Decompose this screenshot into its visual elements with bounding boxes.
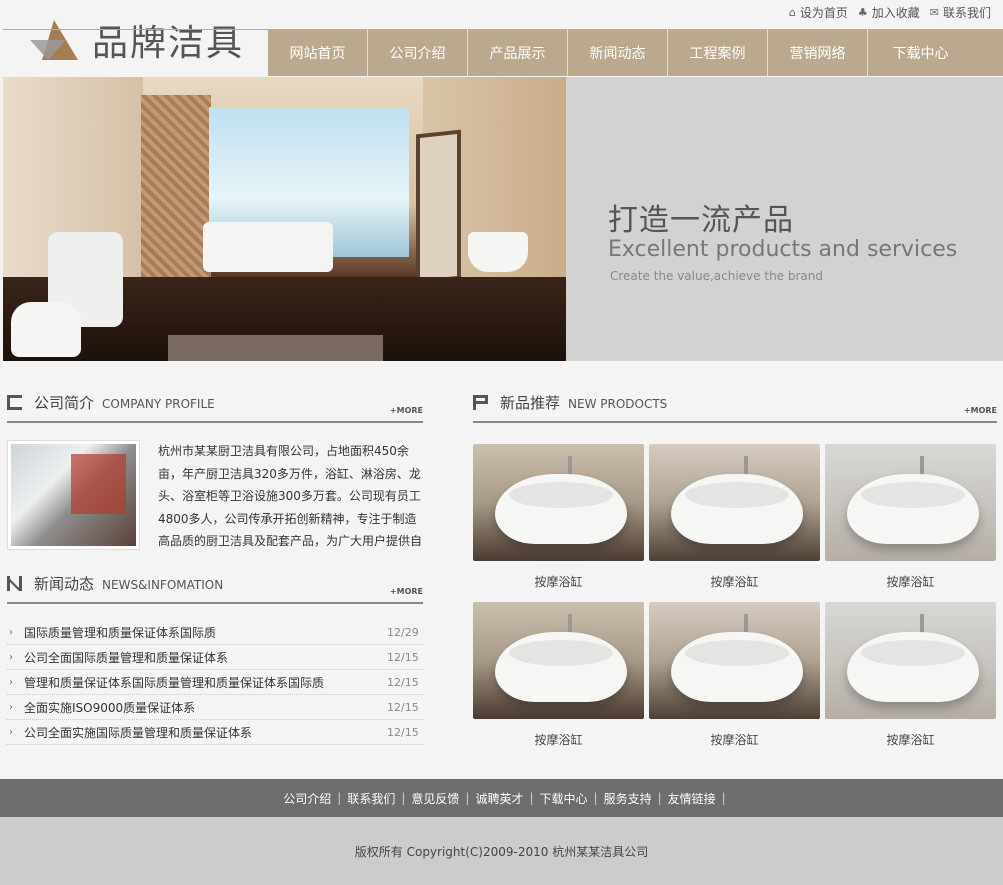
profile-section-icon	[7, 393, 26, 412]
news-item[interactable]: › 公司全面实施国际质量管理和质量保证体系 12/15	[7, 720, 423, 745]
footer-link-friends[interactable]: 友情链接	[662, 790, 722, 807]
product-card[interactable]: 按摩浴缸	[649, 602, 820, 751]
products-section-icon	[473, 393, 492, 412]
chevron-right-icon: ›	[9, 701, 13, 713]
nav-marketing[interactable]: 营销网络	[768, 29, 868, 76]
product-image	[825, 444, 996, 561]
main-nav: 网站首页 公司介绍 产品展示 新闻动态 工程案例 营销网络 下载中心	[268, 29, 1003, 76]
products-section-title: 新品推荐 NEW PRODOCTS +MORE	[473, 393, 997, 423]
footer-link-contact[interactable]: 联系我们	[341, 790, 401, 807]
brand-logo[interactable]: 品牌洁具	[30, 14, 244, 66]
product-image	[825, 602, 996, 719]
bookmark-icon: ♣	[857, 6, 868, 19]
nav-download[interactable]: 下载中心	[868, 29, 973, 76]
nav-projects[interactable]: 工程案例	[668, 29, 768, 76]
nav-products[interactable]: 产品展示	[468, 29, 568, 76]
footer-link-about[interactable]: 公司介绍	[277, 790, 337, 807]
news-item[interactable]: › 管理和质量保证体系国际质量管理和质量保证体系国际质 12/15	[7, 670, 423, 695]
nav-news[interactable]: 新闻动态	[568, 29, 668, 76]
contact-us-link[interactable]: ✉ 联系我们	[930, 4, 991, 21]
product-card[interactable]: 按摩浴缸	[825, 444, 996, 593]
banner-subtitle: Create the value,achieve the brand	[610, 269, 823, 283]
profile-section-title: 公司简介 COMPANY PROFILE +MORE	[7, 393, 423, 423]
product-card[interactable]: 按摩浴缸	[649, 444, 820, 593]
copyright: 版权所有 Copyright(C)2009-2010 杭州某某洁具公司	[0, 817, 1003, 885]
chevron-right-icon: ›	[9, 626, 13, 638]
nav-home[interactable]: 网站首页	[268, 29, 368, 76]
product-card[interactable]: 按摩浴缸	[473, 444, 644, 593]
chevron-right-icon: ›	[9, 676, 13, 688]
triangle-logo-icon	[30, 20, 78, 60]
footer-link-jobs[interactable]: 诚聘英才	[469, 790, 529, 807]
home-icon: ⌂	[788, 6, 796, 19]
banner-title-en: Excellent products and services	[608, 237, 958, 262]
footer-link-feedback[interactable]: 意见反馈	[405, 790, 465, 807]
footer-link-support[interactable]: 服务支持	[598, 790, 658, 807]
news-list: › 国际质量管理和质量保证体系国际质 12/29 › 公司全面国际质量管理和质量…	[7, 620, 423, 745]
news-item[interactable]: › 公司全面国际质量管理和质量保证体系 12/15	[7, 645, 423, 670]
product-card[interactable]: 按摩浴缸	[473, 602, 644, 751]
chevron-right-icon: ›	[9, 651, 13, 663]
bathroom-photo	[3, 77, 566, 361]
news-item[interactable]: › 国际质量管理和质量保证体系国际质 12/29	[7, 620, 423, 645]
top-links: ⌂ 设为首页 ♣ 加入收藏 ✉ 联系我们	[789, 4, 991, 21]
mail-icon: ✉	[929, 6, 939, 19]
footer-link-download[interactable]: 下载中心	[534, 790, 594, 807]
news-more-link[interactable]: +MORE	[390, 587, 423, 596]
nav-about[interactable]: 公司介绍	[368, 29, 468, 76]
products-more-link[interactable]: +MORE	[964, 406, 997, 415]
profile-text: 杭州市某某厨卫洁具有限公司，占地面积450余亩，年产厨卫洁具320多万件，浴缸、…	[158, 444, 423, 548]
hero-banner: 打造一流产品 Excellent products and services C…	[3, 77, 1003, 361]
product-image	[473, 602, 644, 719]
product-image	[649, 602, 820, 719]
product-image	[649, 444, 820, 561]
news-section-icon	[7, 574, 26, 593]
product-grid: 按摩浴缸 按摩浴缸 按摩浴缸 按摩浴缸 按摩浴缸 按摩浴缸	[473, 444, 997, 751]
chevron-right-icon: ›	[9, 726, 13, 738]
footer-nav: 公司介绍 | 联系我们 | 意见反馈 | 诚聘英才 | 下载中心 | 服务支持 | 友情链接…	[0, 779, 1003, 817]
set-homepage-link[interactable]: ⌂ 设为首页	[789, 4, 848, 21]
header-divider	[3, 29, 268, 30]
product-card[interactable]: 按摩浴缸	[825, 602, 996, 751]
brand-name: 品牌洁具	[92, 23, 245, 64]
news-item[interactable]: › 全面实施ISO9000质量保证体系 12/15	[7, 695, 423, 720]
news-section-title: 新闻动态 NEWS&INFOMATION +MORE	[7, 574, 423, 604]
profile-more-link[interactable]: +MORE	[390, 406, 423, 415]
add-favorite-link[interactable]: ♣ 加入收藏	[858, 4, 920, 21]
product-image	[473, 444, 644, 561]
profile-image	[7, 440, 140, 550]
banner-title: 打造一流产品	[608, 203, 794, 238]
